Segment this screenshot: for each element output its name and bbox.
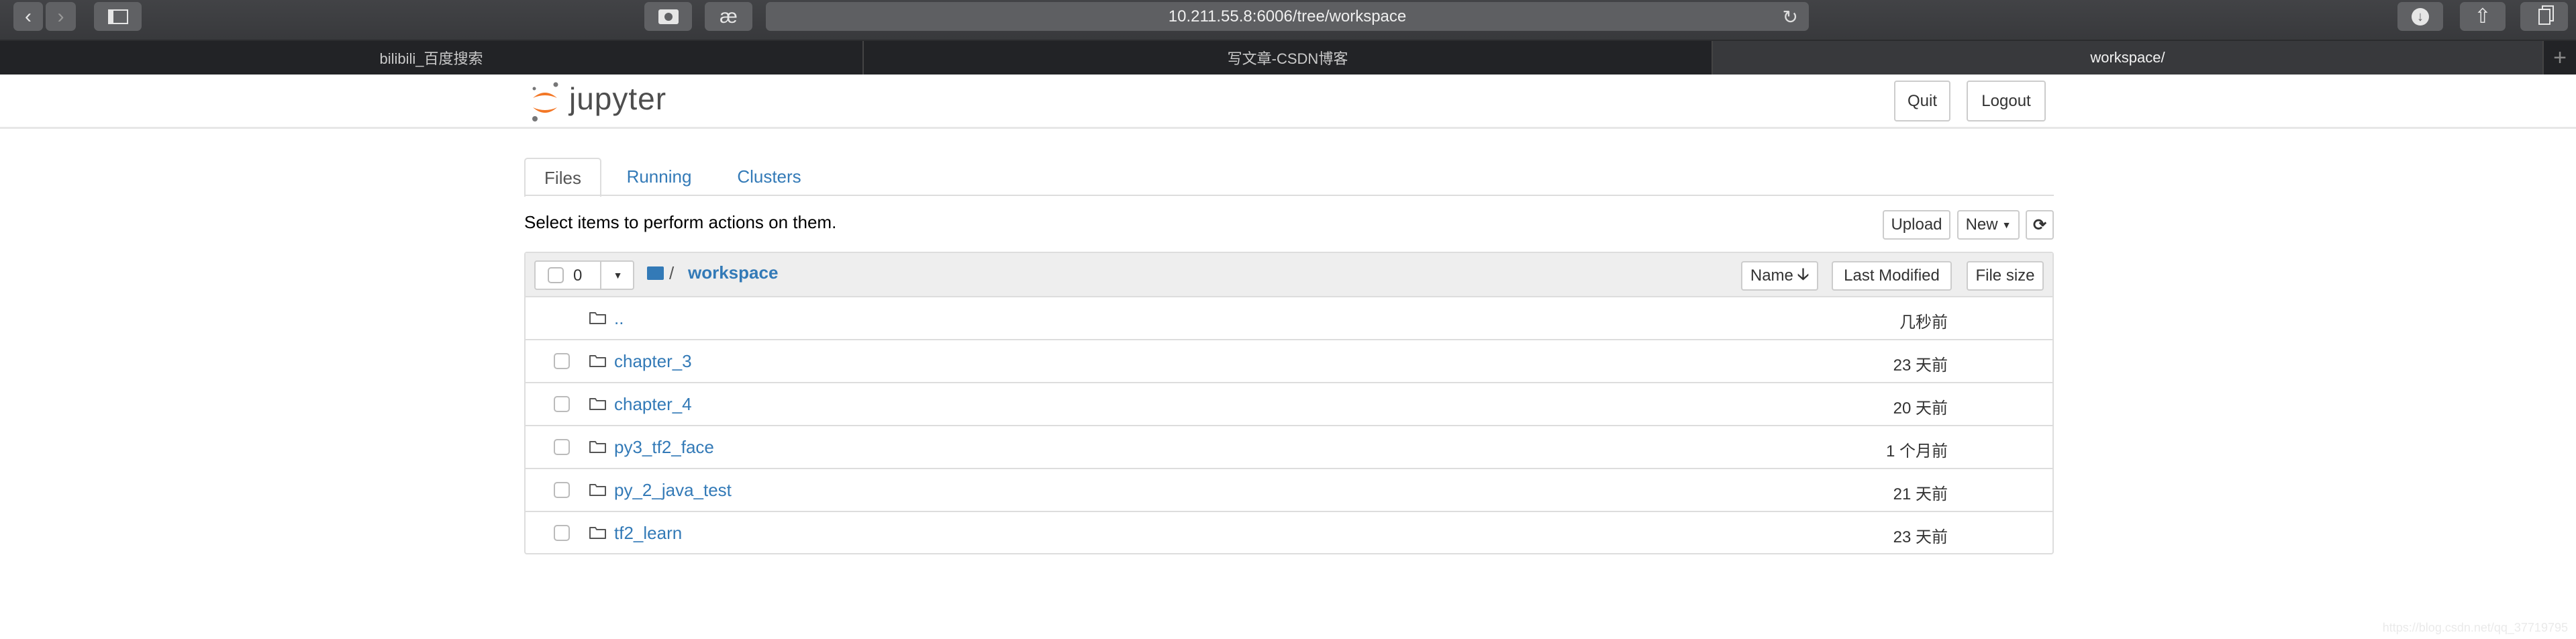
browser-tab[interactable]: bilibili_百度搜索 <box>0 41 864 75</box>
sort-file-size-button[interactable]: File size <box>1967 261 2044 291</box>
file-list: 0 ▼ / workspace Name 🡣 Last Modified File… <box>524 252 2054 554</box>
folder-icon <box>589 441 606 453</box>
address-bar[interactable]: 10.211.55.8:6006/tree/workspace ↻ <box>766 2 1809 31</box>
folder-icon <box>589 484 606 496</box>
ae-button[interactable]: æ <box>705 2 752 31</box>
folder-icon <box>589 527 606 539</box>
ae-icon: æ <box>720 5 738 28</box>
tabs-icon <box>2538 8 2550 25</box>
tab-title: 写文章-CSDN博客 <box>1227 50 1348 67</box>
tab-title: workspace/ <box>2090 49 2165 66</box>
refresh-button[interactable]: ⟳ <box>2026 210 2054 240</box>
refresh-icon: ⟳ <box>2032 215 2047 234</box>
tab-divider <box>524 195 2054 196</box>
item-modified: 23 天前 <box>1893 356 1948 375</box>
new-tab-button[interactable]: + <box>2544 41 2576 75</box>
browser-tab-bar: bilibili_百度搜索 写文章-CSDN博客 workspace/ + <box>0 41 2576 75</box>
tab-overview-button[interactable] <box>2520 2 2568 31</box>
share-button[interactable]: ⇧ <box>2460 2 2506 31</box>
row-checkbox[interactable] <box>554 482 570 498</box>
row-checkbox[interactable] <box>554 525 570 541</box>
select-all-checkbox[interactable] <box>548 267 564 283</box>
camera-icon <box>658 9 679 24</box>
browser-tab-active[interactable]: workspace/ <box>1713 41 2544 75</box>
download-icon: ↓ <box>2412 7 2429 26</box>
chevron-right-icon: › <box>57 5 64 28</box>
name-label: Name <box>1750 266 1793 285</box>
logout-button[interactable]: Logout <box>1967 81 2046 121</box>
sort-name-button[interactable]: Name 🡣 <box>1741 261 1818 291</box>
folder-icon <box>589 398 606 410</box>
item-name-link[interactable]: chapter_4 <box>614 394 692 415</box>
camera-button[interactable] <box>644 2 692 31</box>
item-name-link[interactable]: tf2_learn <box>614 523 682 544</box>
downloads-button[interactable]: ↓ <box>2397 2 2443 31</box>
file-row[interactable]: py3_tf2_face 1 个月前 <box>526 426 2052 469</box>
new-button[interactable]: New ▼ <box>1957 210 2020 240</box>
watermark: https://blog.csdn.net/qq_37719795 <box>2382 621 2568 634</box>
selection-hint: Select items to perform actions on them. <box>524 212 837 232</box>
forward-button[interactable]: › <box>46 2 76 31</box>
arrow-down-icon: 🡣 <box>1797 264 1810 283</box>
select-all-group[interactable]: 0 ▼ <box>534 260 634 290</box>
item-modified: 几秒前 <box>1899 313 1948 332</box>
file-list-header: 0 ▼ / workspace Name 🡣 Last Modified File… <box>526 253 2052 297</box>
tab-files[interactable]: Files <box>524 158 601 197</box>
tab-title: bilibili_百度搜索 <box>379 50 483 67</box>
file-row[interactable]: chapter_4 20 天前 <box>526 383 2052 426</box>
browser-tab[interactable]: 写文章-CSDN博客 <box>864 41 1713 75</box>
jupyter-header <box>0 75 2576 129</box>
row-checkbox[interactable] <box>554 396 570 412</box>
file-row[interactable]: .. 几秒前 <box>526 297 2052 340</box>
upload-button[interactable]: Upload <box>1883 210 1950 240</box>
file-row[interactable]: chapter_3 23 天前 <box>526 340 2052 383</box>
item-modified: 20 天前 <box>1893 399 1948 417</box>
jupyter-logo-text[interactable]: jupyter <box>569 81 666 117</box>
item-name-link[interactable]: py_2_java_test <box>614 480 732 501</box>
folder-icon <box>589 312 606 324</box>
item-modified: 21 天前 <box>1893 485 1948 503</box>
item-modified: 1 个月前 <box>1885 442 1948 460</box>
plus-icon: + <box>2553 44 2567 70</box>
row-checkbox[interactable] <box>554 439 570 455</box>
item-name-link[interactable]: chapter_3 <box>614 351 692 372</box>
sidebar-icon <box>107 9 128 24</box>
chevron-left-icon: ‹ <box>25 5 32 28</box>
item-modified: 23 天前 <box>1893 528 1948 546</box>
folder-home-icon[interactable] <box>647 266 664 280</box>
file-row[interactable]: py_2_java_test 21 天前 <box>526 469 2052 512</box>
file-row[interactable]: tf2_learn 23 天前 <box>526 512 2052 555</box>
item-name-link[interactable]: py3_tf2_face <box>614 437 714 458</box>
item-name-link[interactable]: .. <box>614 308 624 329</box>
new-label: New <box>1965 215 1998 234</box>
reload-icon[interactable]: ↻ <box>1783 6 1798 28</box>
sidebar-button[interactable] <box>94 2 142 31</box>
url-text: 10.211.55.8:6006/tree/workspace <box>1168 7 1407 26</box>
folder-icon <box>589 355 606 367</box>
breadcrumb-workspace[interactable]: workspace <box>688 262 778 283</box>
back-button[interactable]: ‹ <box>13 2 43 31</box>
tab-running[interactable]: Running <box>616 158 702 195</box>
jupyter-logo-icon[interactable] <box>529 82 564 122</box>
select-dropdown-caret-icon[interactable]: ▼ <box>600 262 634 289</box>
quit-button[interactable]: Quit <box>1894 81 1950 121</box>
selected-count: 0 <box>573 266 583 285</box>
browser-toolbar: ‹ › æ 10.211.55.8:6006/tree/workspace ↻ ↓… <box>0 0 2576 41</box>
caret-down-icon: ▼ <box>2001 219 2012 230</box>
tab-clusters[interactable]: Clusters <box>726 158 812 195</box>
share-icon: ⇧ <box>2474 5 2491 28</box>
breadcrumb-separator: / <box>669 263 675 283</box>
sort-last-modified-button[interactable]: Last Modified <box>1832 261 1952 291</box>
row-checkbox[interactable] <box>554 353 570 369</box>
